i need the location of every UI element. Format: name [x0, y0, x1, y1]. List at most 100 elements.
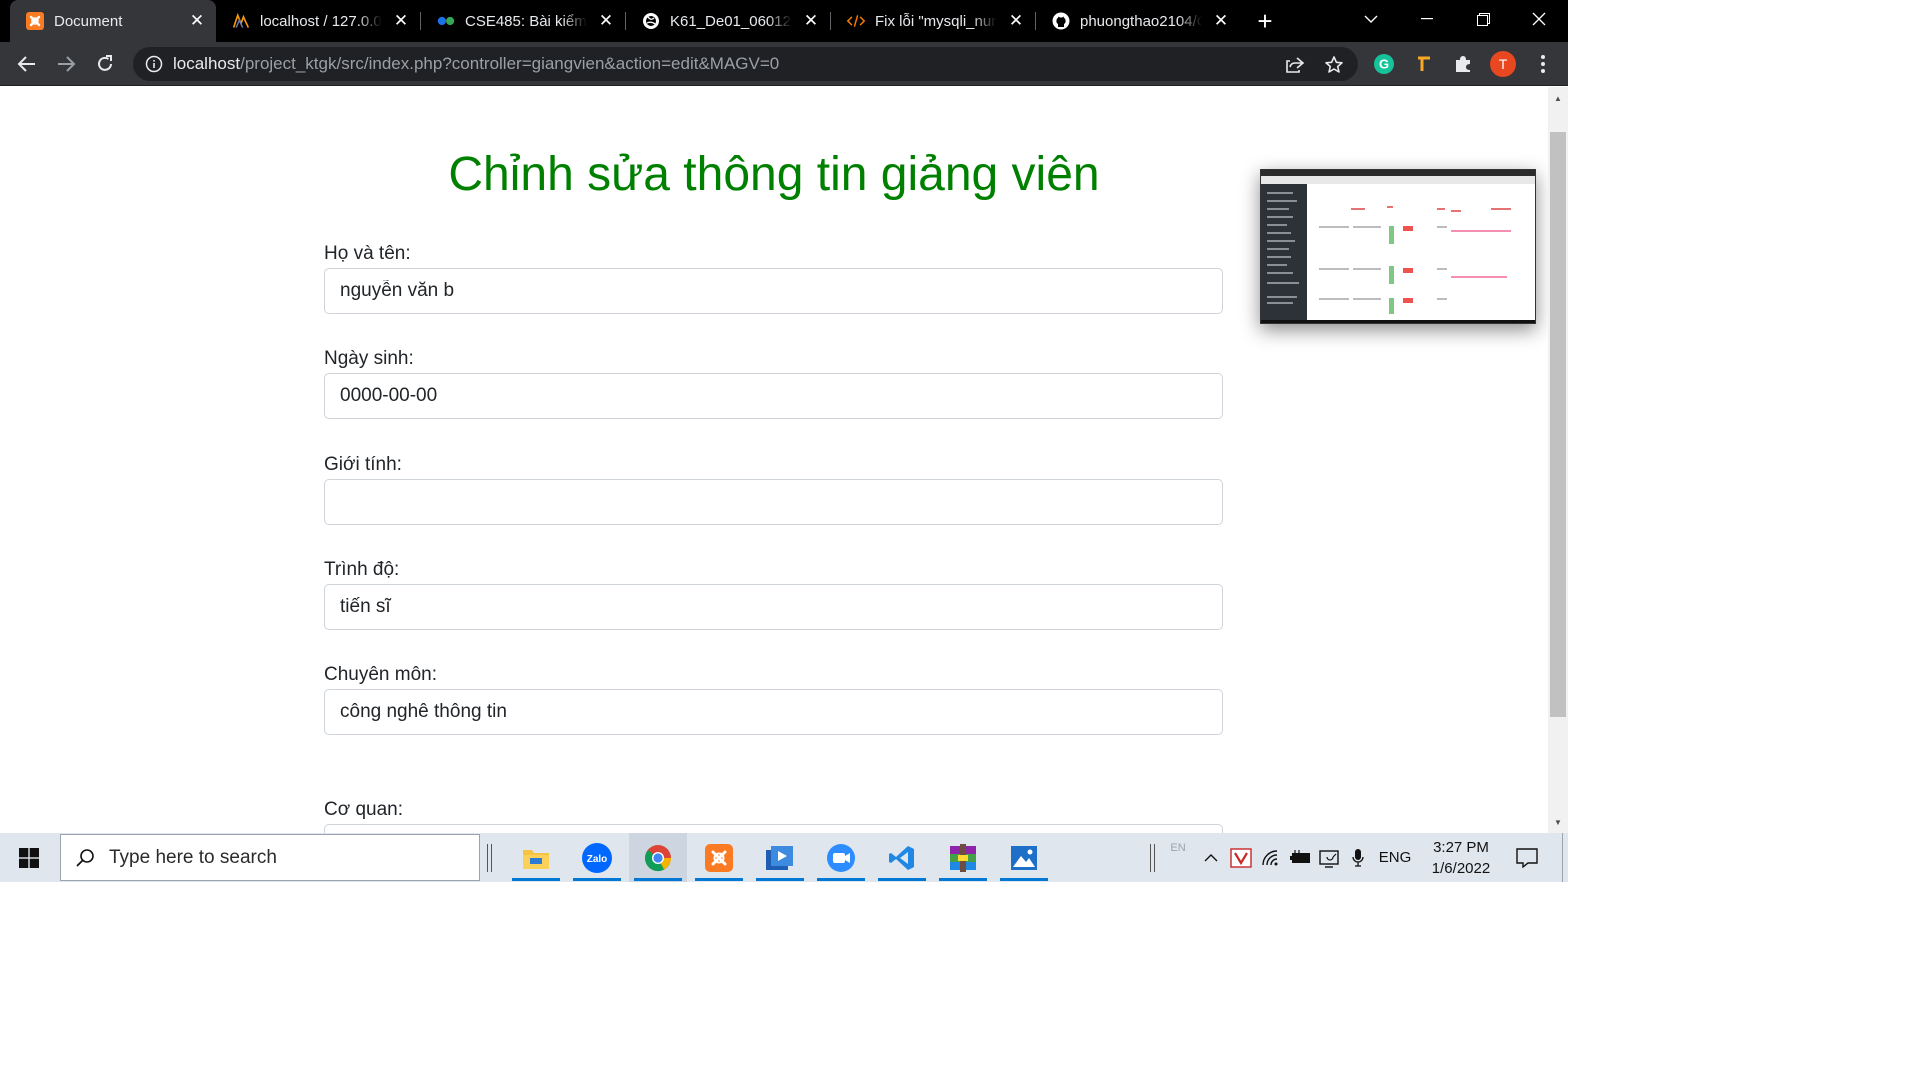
- tab-title: phuongthao2104/CSE485: [1080, 12, 1202, 30]
- display-settings-icon[interactable]: [1318, 833, 1342, 882]
- share-icon[interactable]: [1285, 55, 1305, 75]
- menu-kebab-icon[interactable]: [1532, 53, 1554, 75]
- language-indicator[interactable]: ENG: [1374, 833, 1416, 882]
- close-tab-icon[interactable]: ✕: [1005, 10, 1027, 32]
- field-label-gioi-tinh: Giới tính:: [324, 454, 402, 475]
- notification-center-icon[interactable]: [1512, 833, 1542, 882]
- classroom-icon: [437, 12, 455, 30]
- taskbar-vscode[interactable]: [873, 833, 931, 882]
- chuyen-mon-input[interactable]: [324, 689, 1223, 735]
- show-desktop-button[interactable]: [1562, 833, 1568, 882]
- field-label-co-quan: Cơ quan:: [324, 799, 404, 820]
- phpmyadmin-icon: [232, 12, 250, 30]
- tab-github[interactable]: phuongthao2104/CSE485 ✕: [1036, 0, 1240, 42]
- taskbar-search-box[interactable]: Type here to search: [60, 834, 480, 881]
- close-tab-icon[interactable]: ✕: [390, 10, 412, 32]
- tab-cse485[interactable]: CSE485: Bài kiểm tra ✕: [421, 0, 625, 42]
- close-tab-icon[interactable]: ✕: [800, 10, 822, 32]
- close-tab-icon[interactable]: ✕: [186, 10, 208, 32]
- forward-button[interactable]: [51, 49, 81, 79]
- microphone-icon[interactable]: [1348, 833, 1368, 882]
- svg-text:G: G: [1379, 57, 1389, 72]
- new-tab-button[interactable]: +: [1250, 6, 1280, 36]
- zalo-icon: Zalo: [582, 842, 612, 873]
- tray-separator: [1148, 833, 1158, 882]
- taskbar-media-player[interactable]: [751, 833, 809, 882]
- tab-title: K61_De01_060122.pdf: [670, 12, 792, 30]
- search-placeholder: Type here to search: [109, 846, 277, 868]
- taskbar-winrar[interactable]: [934, 833, 992, 882]
- tab-document[interactable]: Document ✕: [10, 0, 216, 42]
- back-button[interactable]: [12, 49, 42, 79]
- tab-title: CSE485: Bài kiểm tra: [465, 12, 587, 30]
- file-explorer-icon: [523, 849, 549, 869]
- url-path: /project_ktgk/src/index.php?controller=g…: [240, 54, 780, 73]
- close-tab-icon[interactable]: ✕: [1210, 10, 1232, 32]
- taskbar-chrome[interactable]: [629, 833, 687, 882]
- profile-avatar[interactable]: T: [1490, 51, 1516, 77]
- code-icon: [847, 12, 865, 30]
- wifi-icon[interactable]: [1260, 833, 1284, 882]
- taskbar-clock[interactable]: 3:27 PM 1/6/2022: [1418, 837, 1504, 879]
- browser-toolbar: localhost/project_ktgk/src/index.php?con…: [0, 42, 1568, 86]
- clock-date: 1/6/2022: [1431, 860, 1491, 877]
- show-hidden-icons-chevron-icon[interactable]: [1200, 833, 1222, 882]
- url-host: localhost: [173, 54, 241, 73]
- field-label-ho-ten: Họ và tên:: [324, 243, 411, 264]
- extensions-puzzle-icon[interactable]: [1452, 53, 1474, 75]
- github-icon: [1052, 12, 1070, 30]
- chrome-icon: [645, 844, 671, 871]
- field-label-trinh-do: Trình độ:: [324, 559, 400, 580]
- extension-tool-icon[interactable]: [1413, 53, 1435, 75]
- clock-time: 3:27 PM: [1433, 839, 1489, 856]
- scrollbar-thumb[interactable]: [1550, 132, 1566, 717]
- site-info-icon[interactable]: [145, 55, 163, 73]
- page-content: Chỉnh sửa thông tin giảng viên Họ và tên…: [0, 87, 1548, 833]
- xampp-icon: [705, 843, 733, 872]
- tab-title: Fix lỗi "mysqli_num_rows": [875, 12, 997, 30]
- taskbar-zoom[interactable]: [812, 833, 870, 882]
- tab-phpmyadmin[interactable]: localhost / 127.0.0.1 ✕: [216, 0, 420, 42]
- address-bar[interactable]: localhost/project_ktgk/src/index.php?con…: [133, 47, 1358, 81]
- scroll-down-arrow-icon[interactable]: ▼: [1553, 817, 1563, 827]
- tab-title: localhost / 127.0.0.1: [260, 12, 382, 30]
- antivirus-icon[interactable]: [1229, 833, 1253, 882]
- restore-button[interactable]: [1455, 0, 1511, 38]
- tab-fix-mysqli[interactable]: Fix lỗi "mysqli_num_rows" ✕: [831, 0, 1035, 42]
- ime-indicator[interactable]: EN: [1165, 823, 1191, 872]
- tab-search-chevron-icon[interactable]: [1343, 0, 1399, 38]
- ngay-sinh-input[interactable]: [324, 373, 1223, 419]
- scroll-up-arrow-icon[interactable]: ▲: [1553, 93, 1563, 103]
- svg-text:Zalo: Zalo: [587, 854, 608, 865]
- gioi-tinh-input[interactable]: [324, 479, 1223, 525]
- bookmark-star-icon[interactable]: [1324, 55, 1344, 75]
- tab-title: Document: [54, 12, 123, 30]
- co-quan-input[interactable]: [324, 824, 1223, 833]
- close-tab-icon[interactable]: ✕: [595, 10, 617, 32]
- screenshot-preview-thumbnail[interactable]: [1260, 169, 1536, 324]
- field-label-chuyen-mon: Chuyên môn:: [324, 664, 438, 685]
- reload-button[interactable]: [90, 49, 120, 79]
- battery-icon[interactable]: [1288, 833, 1314, 882]
- field-label-ngay-sinh: Ngày sinh:: [324, 348, 414, 369]
- ho-ten-input[interactable]: [324, 268, 1223, 314]
- windows-logo-icon: [19, 847, 39, 868]
- globe-icon: [642, 12, 660, 30]
- page-scrollbar[interactable]: ▲ ▼: [1548, 87, 1568, 833]
- tab-pdf[interactable]: K61_De01_060122.pdf ✕: [626, 0, 830, 42]
- taskbar-zalo[interactable]: Zalo: [568, 833, 626, 882]
- browser-tab-strip: Document ✕ localhost / 127.0.0.1 ✕ CSE48…: [0, 0, 1568, 42]
- media-player-icon: [766, 845, 793, 870]
- trinh-do-input[interactable]: [324, 584, 1223, 630]
- url-text[interactable]: localhost/project_ktgk/src/index.php?con…: [173, 54, 779, 74]
- task-view-separator: [484, 833, 496, 882]
- grammarly-icon[interactable]: G: [1373, 53, 1395, 75]
- winrar-icon: [950, 843, 976, 872]
- taskbar-photos[interactable]: [995, 833, 1053, 882]
- taskbar-xampp[interactable]: [690, 833, 748, 882]
- start-button[interactable]: [0, 833, 58, 882]
- close-window-button[interactable]: [1511, 0, 1567, 38]
- minimize-button[interactable]: [1399, 0, 1455, 38]
- vscode-icon: [889, 845, 914, 870]
- taskbar-file-explorer[interactable]: [507, 833, 565, 882]
